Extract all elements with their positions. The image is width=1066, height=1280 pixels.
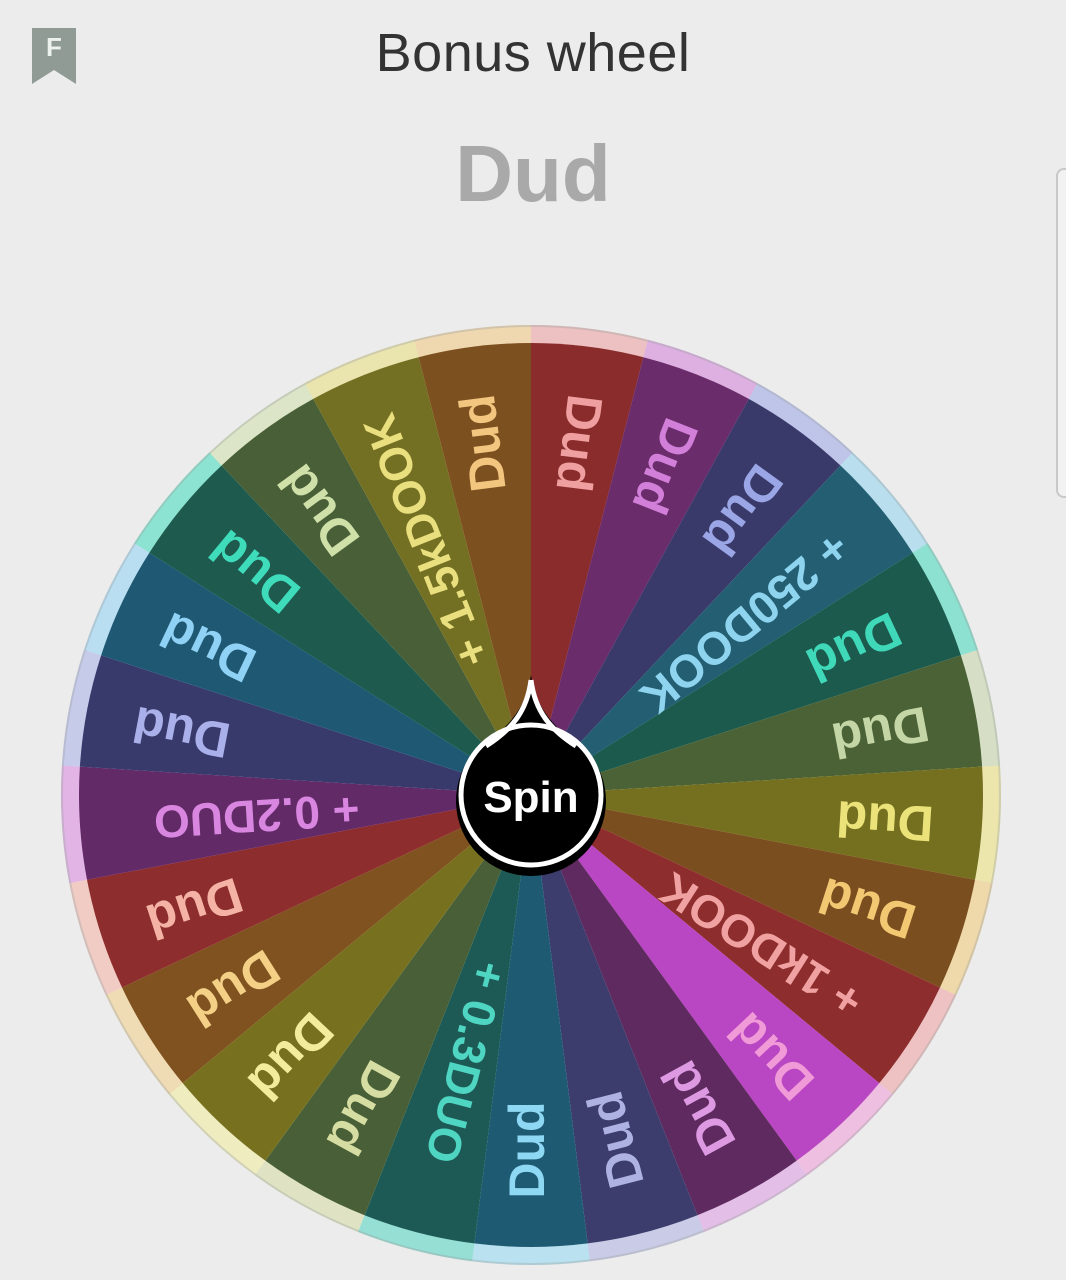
side-drawer-handle[interactable] <box>1056 168 1066 498</box>
page-title: Bonus wheel <box>375 23 691 83</box>
wheel-graphic[interactable]: Dud DudDud+ 250DOOKDudDudDudDud+ 1kDOOKDu… <box>56 320 1006 1270</box>
spin-label: Spin <box>483 773 578 822</box>
wheel-segment-label: Dud <box>835 790 936 852</box>
prize-wheel[interactable]: Dud Dud Dud + 250DOOK Dud Dud Dud Dud + 1kDOOK Du… <box>56 320 1006 1270</box>
spin-result: Dud <box>455 129 611 218</box>
wheel-segment-label: Dud <box>499 1101 555 1198</box>
bonus-wheel-screen: F Bonus wheel Dud Dud Dud Dud + 250DOOK Dud D… <box>0 0 1066 1280</box>
